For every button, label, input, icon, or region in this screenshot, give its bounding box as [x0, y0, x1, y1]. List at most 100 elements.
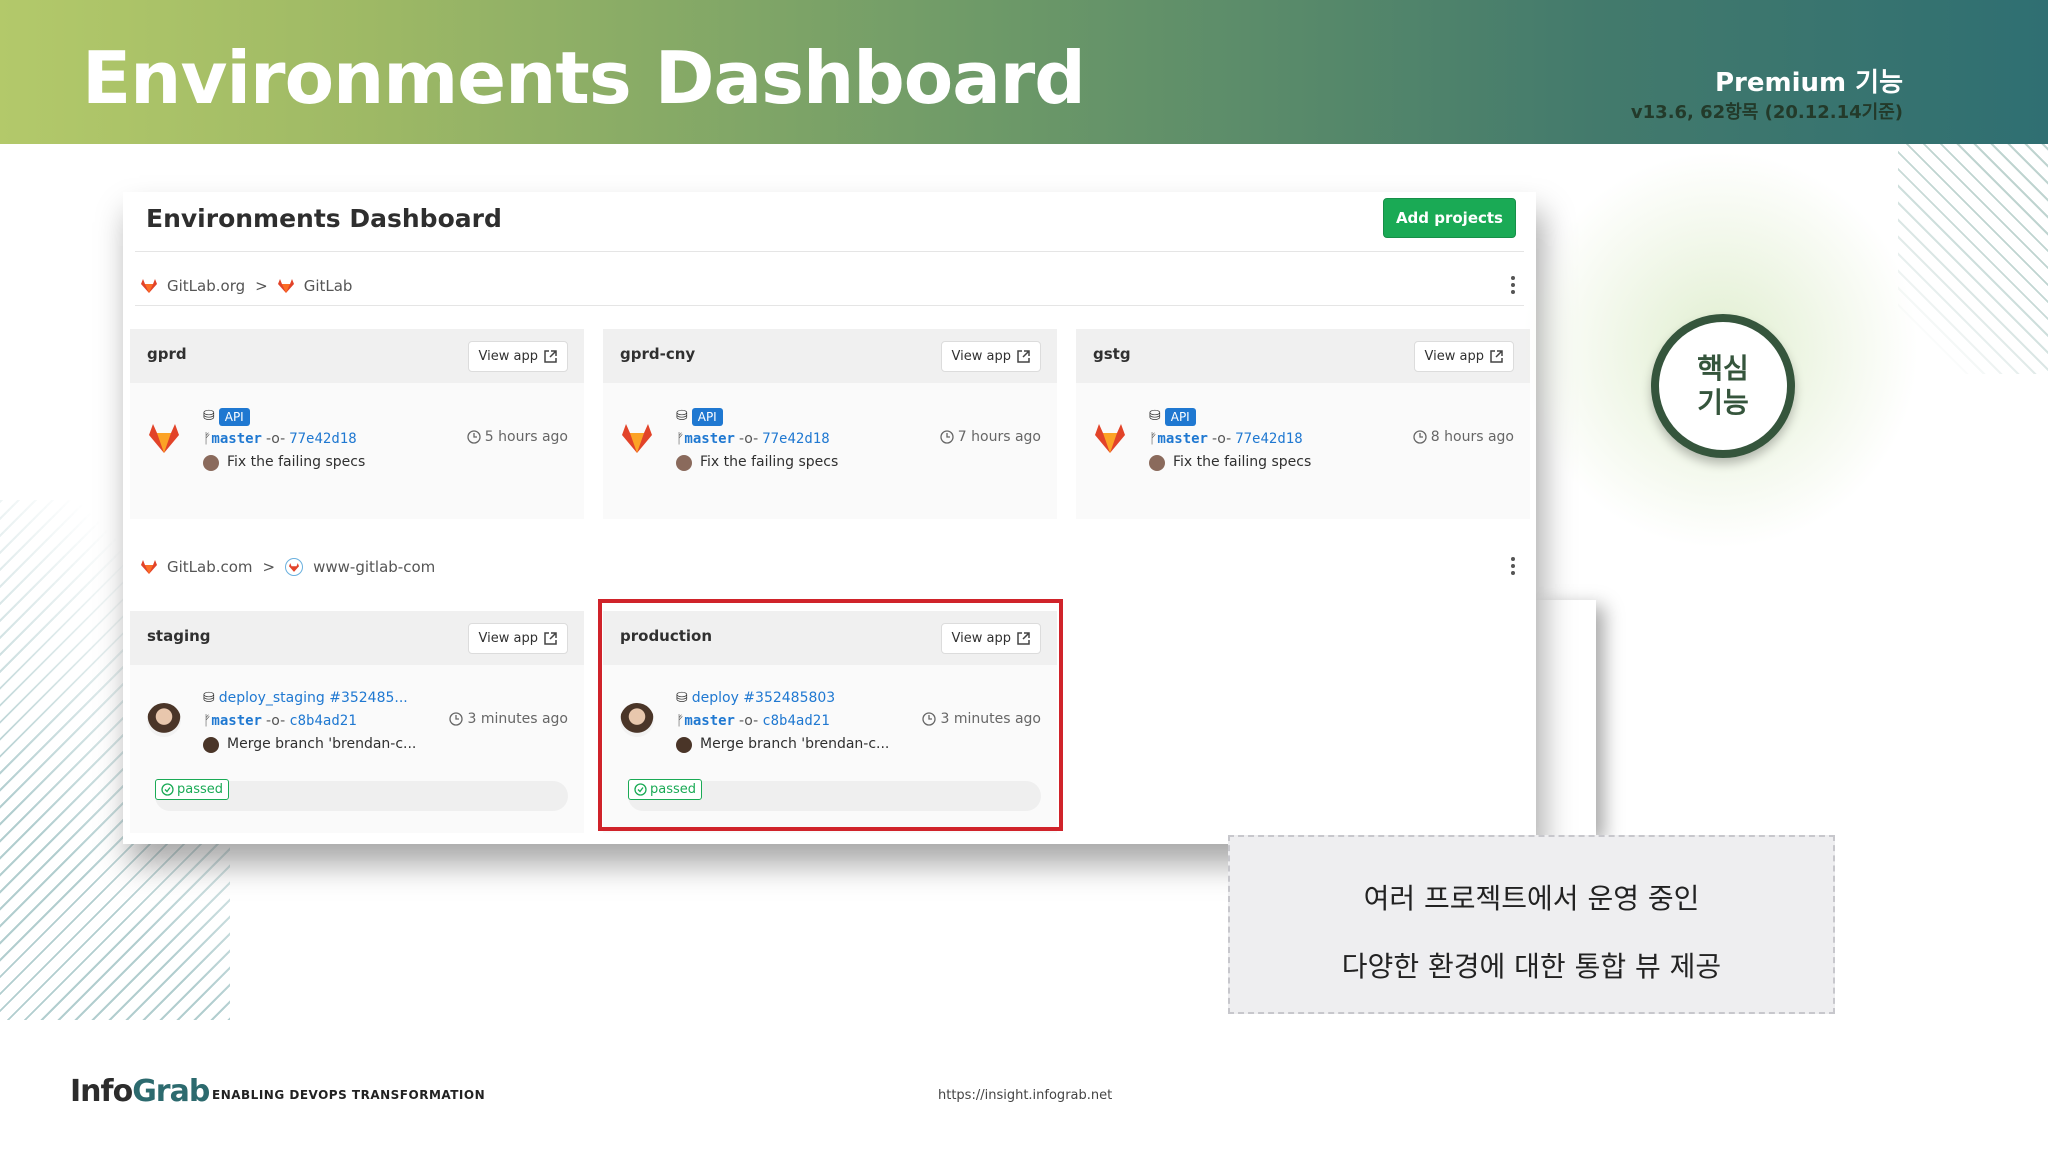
job-link[interactable]: deploy_staging #352485... — [219, 687, 408, 710]
job-icon: ⛁ — [203, 690, 215, 706]
environment-card-gstg: gstg View app ⛁ API ᚠ master -o- 77e42d18 Fi… — [1076, 329, 1530, 519]
slide-title: Environments Dashboard — [82, 36, 1086, 120]
highlight-box — [598, 599, 1063, 831]
environment-card-staging: staging View app ⛁ deploy_staging #352485… — [130, 611, 584, 833]
time-label: 3 minutes ago — [467, 711, 568, 727]
environment-card-gprd-cny: gprd-cny View app ⛁ API ᚠ master -o- 77e42d1… — [603, 329, 1057, 519]
commit-icon: -o- — [265, 431, 286, 447]
user-avatar — [147, 703, 181, 737]
group-header-gitlab-org: GitLab.org > GitLab — [135, 266, 1524, 306]
deployment-details: ⛁ deploy_staging #352485... ᚠ master -o-c8b… — [203, 687, 416, 756]
more-options-icon[interactable] — [1510, 276, 1516, 296]
api-badge: API — [691, 407, 723, 426]
environment-name: gstg — [1093, 345, 1131, 363]
tagline: ENABLING DEVOPS TRANSFORMATION — [212, 1088, 486, 1102]
gitlab-logo-icon — [277, 278, 294, 293]
deployment-details: ⛁ API ᚠ master -o- 77e42d18 Fix the failing … — [1149, 405, 1311, 474]
branch-link[interactable]: master — [1157, 428, 1208, 451]
branch-icon: ᚠ — [203, 431, 212, 447]
tier-label: Premium 기능 — [1714, 68, 1903, 98]
deploy-time: 8 hours ago — [1413, 429, 1514, 445]
branch-icon: ᚠ — [676, 431, 685, 447]
environment-name: staging — [147, 627, 211, 645]
environment-name: gprd — [147, 345, 187, 363]
card-header: gprd-cny View app — [603, 329, 1057, 383]
view-app-label: View app — [1424, 349, 1484, 364]
tanuki-avatar-icon — [1095, 424, 1125, 453]
branch-icon: ᚠ — [203, 713, 212, 729]
commit-message[interactable]: Fix the failing specs — [1173, 451, 1311, 474]
commit-sha-link[interactable]: 77e42d18 — [289, 428, 356, 451]
external-link-icon — [1490, 350, 1503, 363]
logo-text-grab: Grab — [132, 1074, 210, 1109]
view-app-button[interactable]: View app — [940, 341, 1041, 372]
gitlab-logo-icon — [141, 560, 157, 574]
callout-line-1: 여러 프로젝트에서 운영 중인 — [1363, 882, 1700, 915]
commit-sha-link[interactable]: 77e42d18 — [762, 428, 829, 451]
view-app-button[interactable]: View app — [467, 623, 568, 654]
tanuki-avatar-icon — [622, 424, 652, 453]
version-label: v13.6, 62항목 (20.12.14기준) — [1630, 102, 1903, 123]
infograb-logo: InfoGrab — [70, 1074, 210, 1109]
environment-name: gprd-cny — [620, 345, 696, 363]
description-callout: 여러 프로젝트에서 운영 중인 다양한 환경에 대한 통합 뷰 제공 — [1228, 835, 1835, 1014]
commit-sha-link[interactable]: c8b4ad21 — [289, 710, 356, 733]
api-badge: API — [1164, 407, 1196, 426]
gitlab-logo-icon — [141, 278, 157, 293]
deploy-time: 7 hours ago — [940, 429, 1041, 445]
deploy-time: 5 hours ago — [467, 429, 568, 445]
branch-link[interactable]: master — [211, 428, 262, 451]
core-feature-badge: 핵심 기능 — [1651, 314, 1795, 458]
add-projects-button[interactable]: Add projects — [1382, 198, 1516, 238]
external-link-icon — [1017, 350, 1030, 363]
project-label[interactable]: GitLab — [304, 277, 353, 295]
api-badge: API — [218, 407, 250, 426]
commit-message[interactable]: Merge branch 'brendan-c... — [227, 733, 416, 756]
footer-url[interactable]: https://insight.infograb.net — [938, 1088, 1112, 1103]
commit-message[interactable]: Fix the failing specs — [227, 451, 365, 474]
view-app-button[interactable]: View app — [467, 341, 568, 372]
commit-sha-link[interactable]: 77e42d18 — [1235, 428, 1302, 451]
commit-message[interactable]: Fix the failing specs — [700, 451, 838, 474]
author-avatar — [203, 454, 219, 471]
callout-line-2: 다양한 환경에 대한 통합 뷰 제공 — [1341, 950, 1722, 983]
deployment-details: ⛁ API ᚠ master -o- 77e42d18 Fix the failing … — [203, 405, 365, 474]
header-banner: Environments Dashboard Premium 기능 v13.6,… — [0, 0, 2048, 144]
job-icon: ⛁ — [676, 408, 688, 424]
job-icon: ⛁ — [1149, 408, 1161, 424]
commit-icon: -o- — [738, 431, 759, 447]
view-app-label: View app — [478, 631, 538, 646]
namespace-label[interactable]: GitLab.org — [167, 277, 245, 295]
divider — [135, 251, 1524, 252]
tanuki-avatar-icon — [149, 424, 179, 453]
job-icon: ⛁ — [203, 408, 215, 424]
decorative-stripes-right — [1898, 144, 2048, 374]
deployment-details: ⛁ API ᚠ master -o- 77e42d18 Fix the failing … — [676, 405, 838, 474]
check-circle-icon — [161, 783, 174, 796]
breadcrumb-separator: > — [255, 276, 268, 295]
author-avatar — [676, 454, 692, 471]
pipeline-status-badge[interactable]: passed — [155, 779, 230, 800]
logo-text-info: Info — [70, 1074, 133, 1109]
view-app-label: View app — [478, 349, 538, 364]
more-options-icon[interactable] — [1510, 557, 1516, 577]
branch-link[interactable]: master — [211, 710, 262, 733]
card-header: gprd View app — [130, 329, 584, 383]
author-avatar — [1149, 454, 1165, 471]
environment-card-gprd: gprd View app ⛁ API ᚠ master -o- 77e42d18 Fi… — [130, 329, 584, 519]
time-label: 8 hours ago — [1430, 429, 1514, 445]
view-app-button[interactable]: View app — [1413, 341, 1514, 372]
commit-icon: -o- — [265, 713, 286, 729]
dashboard-title: Environments Dashboard — [146, 204, 502, 233]
external-link-icon — [544, 350, 557, 363]
status-label: passed — [177, 782, 224, 797]
namespace-label[interactable]: GitLab.com — [167, 558, 253, 576]
dashboard-screenshot: Environments Dashboard Add projects GitL… — [123, 192, 1536, 844]
deploy-time: 3 minutes ago — [449, 711, 568, 727]
project-label[interactable]: www-gitlab-com — [313, 558, 435, 576]
time-label: 7 hours ago — [957, 429, 1041, 445]
clock-icon — [449, 712, 464, 726]
branch-link[interactable]: master — [684, 428, 735, 451]
author-avatar — [203, 736, 219, 753]
screenshot-shadow-extension — [1536, 600, 1596, 836]
